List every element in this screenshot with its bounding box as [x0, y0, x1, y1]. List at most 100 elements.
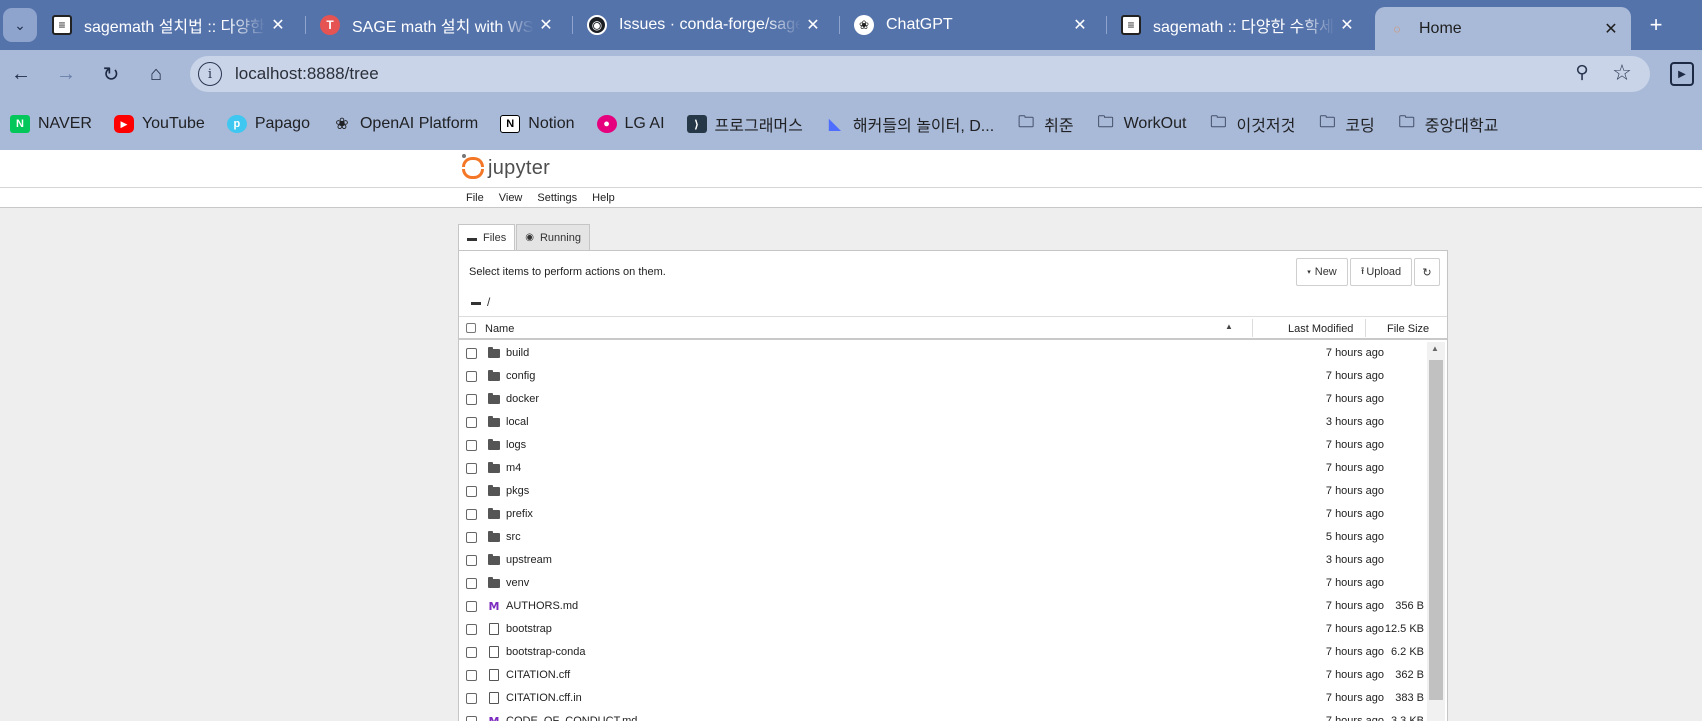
tab-files[interactable]: ▬ Files	[458, 224, 516, 251]
site-info-icon[interactable]: i	[198, 62, 222, 86]
close-tab-icon[interactable]: ✕	[801, 15, 825, 35]
new-tab-button[interactable]: +	[1640, 9, 1672, 41]
bookmark-papago[interactable]: p Papago	[226, 115, 310, 133]
bookmark-folder[interactable]: 🗀 WorkOut	[1096, 114, 1187, 133]
close-tab-icon[interactable]: ✕	[1599, 19, 1623, 39]
upload-button[interactable]: ⭱ Upload	[1350, 258, 1412, 286]
file-row[interactable]: bootstrap 7 hours ago 12.5 KB	[459, 618, 1427, 641]
menu-view[interactable]: View	[499, 190, 523, 206]
bookmark-folder[interactable]: 🗀 중앙대학교	[1397, 112, 1499, 136]
file-name[interactable]: bootstrap-conda	[506, 646, 586, 658]
bookmark-star-icon[interactable]: ☆	[1610, 60, 1634, 88]
file-name[interactable]: local	[506, 416, 529, 428]
column-last-modified[interactable]: Last Modified	[1288, 323, 1353, 335]
close-tab-icon[interactable]: ✕	[1068, 15, 1092, 35]
breadcrumb-root[interactable]: /	[487, 295, 490, 309]
file-list-scrollbar[interactable]: ▲	[1427, 342, 1445, 721]
file-name[interactable]: m4	[506, 462, 521, 474]
row-checkbox[interactable]	[466, 647, 477, 658]
bookmark-youtube[interactable]: ▶ YouTube	[113, 115, 205, 133]
new-button[interactable]: ▾ New	[1296, 258, 1348, 286]
file-row[interactable]: logs 7 hours ago	[459, 434, 1427, 457]
file-name[interactable]: CITATION.cff	[506, 669, 570, 681]
row-checkbox[interactable]	[466, 440, 477, 451]
bookmark-notion[interactable]: N Notion	[500, 115, 575, 133]
file-row[interactable]: prefix 7 hours ago	[459, 503, 1427, 526]
address-bar[interactable]: i localhost:8888/tree ⚲ ☆	[190, 56, 1650, 92]
reload-icon[interactable]: ↻	[95, 58, 127, 90]
file-name[interactable]: prefix	[506, 508, 533, 520]
scrollbar-thumb[interactable]	[1429, 360, 1443, 700]
file-row[interactable]: bootstrap-conda 7 hours ago 6.2 KB	[459, 641, 1427, 664]
row-checkbox[interactable]	[466, 670, 477, 681]
file-name[interactable]: AUTHORS.md	[506, 600, 578, 612]
bookmark-lg-ai[interactable]: ● LG AI	[596, 115, 665, 133]
select-all-checkbox[interactable]	[466, 323, 476, 333]
close-tab-icon[interactable]: ✕	[534, 15, 558, 35]
file-row[interactable]: local 3 hours ago	[459, 411, 1427, 434]
menu-help[interactable]: Help	[592, 190, 615, 206]
side-panel-icon[interactable]: ▶	[1670, 62, 1694, 86]
bookmark-folder[interactable]: 🗀 취준	[1016, 112, 1073, 136]
row-checkbox[interactable]	[466, 624, 477, 635]
file-row[interactable]: upstream 3 hours ago	[459, 549, 1427, 572]
file-name[interactable]: upstream	[506, 554, 552, 566]
column-name[interactable]: Name	[485, 323, 514, 335]
column-file-size[interactable]: File Size	[1387, 323, 1429, 335]
file-name[interactable]: build	[506, 347, 529, 359]
tab-search-chevron-icon[interactable]: ⌄	[3, 8, 37, 42]
file-name[interactable]: config	[506, 370, 535, 382]
file-row[interactable]: build 7 hours ago	[459, 342, 1427, 365]
file-row[interactable]: docker 7 hours ago	[459, 388, 1427, 411]
file-row[interactable]: CITATION.cff.in 7 hours ago 383 B	[459, 687, 1427, 710]
bookmark-folder[interactable]: 🗀 코딩	[1317, 112, 1374, 136]
browser-tab[interactable]: ≡ sagemath 설치법 :: 다양한 수학세 ✕	[42, 9, 298, 41]
jupyter-logo[interactable]: jupyter	[462, 154, 550, 182]
row-checkbox[interactable]	[466, 532, 477, 543]
file-name[interactable]: docker	[506, 393, 539, 405]
browser-tab[interactable]: ◉ Issues · conda-forge/sage ✕	[577, 9, 833, 41]
file-name[interactable]: venv	[506, 577, 529, 589]
file-name[interactable]: pkgs	[506, 485, 529, 497]
sort-ascending-icon[interactable]: ▲	[1225, 322, 1233, 331]
row-checkbox[interactable]	[466, 601, 477, 612]
bookmark-folder[interactable]: 🗀 이것저것	[1208, 112, 1295, 136]
file-name[interactable]: CODE_OF_CONDUCT.md	[506, 715, 637, 721]
menu-file[interactable]: File	[466, 190, 484, 206]
tab-running[interactable]: ◉ Running	[516, 224, 590, 250]
zoom-icon[interactable]: ⚲	[1570, 62, 1594, 86]
bookmark-programmers[interactable]: ⟩ 프로그래머스	[686, 112, 803, 136]
row-checkbox[interactable]	[466, 486, 477, 497]
scroll-up-arrow-icon[interactable]: ▲	[1431, 344, 1439, 353]
row-checkbox[interactable]	[466, 716, 477, 721]
file-row[interactable]: venv 7 hours ago	[459, 572, 1427, 595]
folder-icon[interactable]: ▬	[471, 297, 481, 308]
home-icon[interactable]: ⌂	[140, 58, 172, 90]
back-arrow-icon[interactable]: ←	[5, 58, 37, 90]
row-checkbox[interactable]	[466, 394, 477, 405]
refresh-button[interactable]: ↻	[1414, 258, 1440, 286]
file-row[interactable]: pkgs 7 hours ago	[459, 480, 1427, 503]
browser-tab[interactable]: ≡ sagemath :: 다양한 수학세계 ✕	[1111, 9, 1367, 41]
row-checkbox[interactable]	[466, 463, 477, 474]
file-name[interactable]: CITATION.cff.in	[506, 692, 582, 704]
close-tab-icon[interactable]: ✕	[266, 15, 290, 35]
browser-tab[interactable]: T SAGE math 설치 with WSL ✕	[310, 9, 566, 41]
browser-tab-active[interactable]: ◌ Home ✕	[1375, 7, 1631, 50]
bookmark-naver[interactable]: N NAVER	[10, 115, 92, 133]
file-name[interactable]: bootstrap	[506, 623, 552, 635]
file-row[interactable]: config 7 hours ago	[459, 365, 1427, 388]
row-checkbox[interactable]	[466, 693, 477, 704]
bookmark-hackers-playground[interactable]: ◣ 해커들의 놀이터, D...	[825, 112, 994, 136]
bookmark-openai-platform[interactable]: ❀ OpenAI Platform	[332, 115, 478, 133]
file-row[interactable]: M AUTHORS.md 7 hours ago 356 B	[459, 595, 1427, 618]
file-row[interactable]: M CODE_OF_CONDUCT.md 7 hours ago 3.3 KB	[459, 710, 1427, 721]
file-row[interactable]: src 5 hours ago	[459, 526, 1427, 549]
row-checkbox[interactable]	[466, 578, 477, 589]
close-tab-icon[interactable]: ✕	[1335, 15, 1359, 35]
row-checkbox[interactable]	[466, 371, 477, 382]
row-checkbox[interactable]	[466, 509, 477, 520]
forward-arrow-icon[interactable]: →	[50, 58, 82, 90]
file-row[interactable]: m4 7 hours ago	[459, 457, 1427, 480]
row-checkbox[interactable]	[466, 555, 477, 566]
